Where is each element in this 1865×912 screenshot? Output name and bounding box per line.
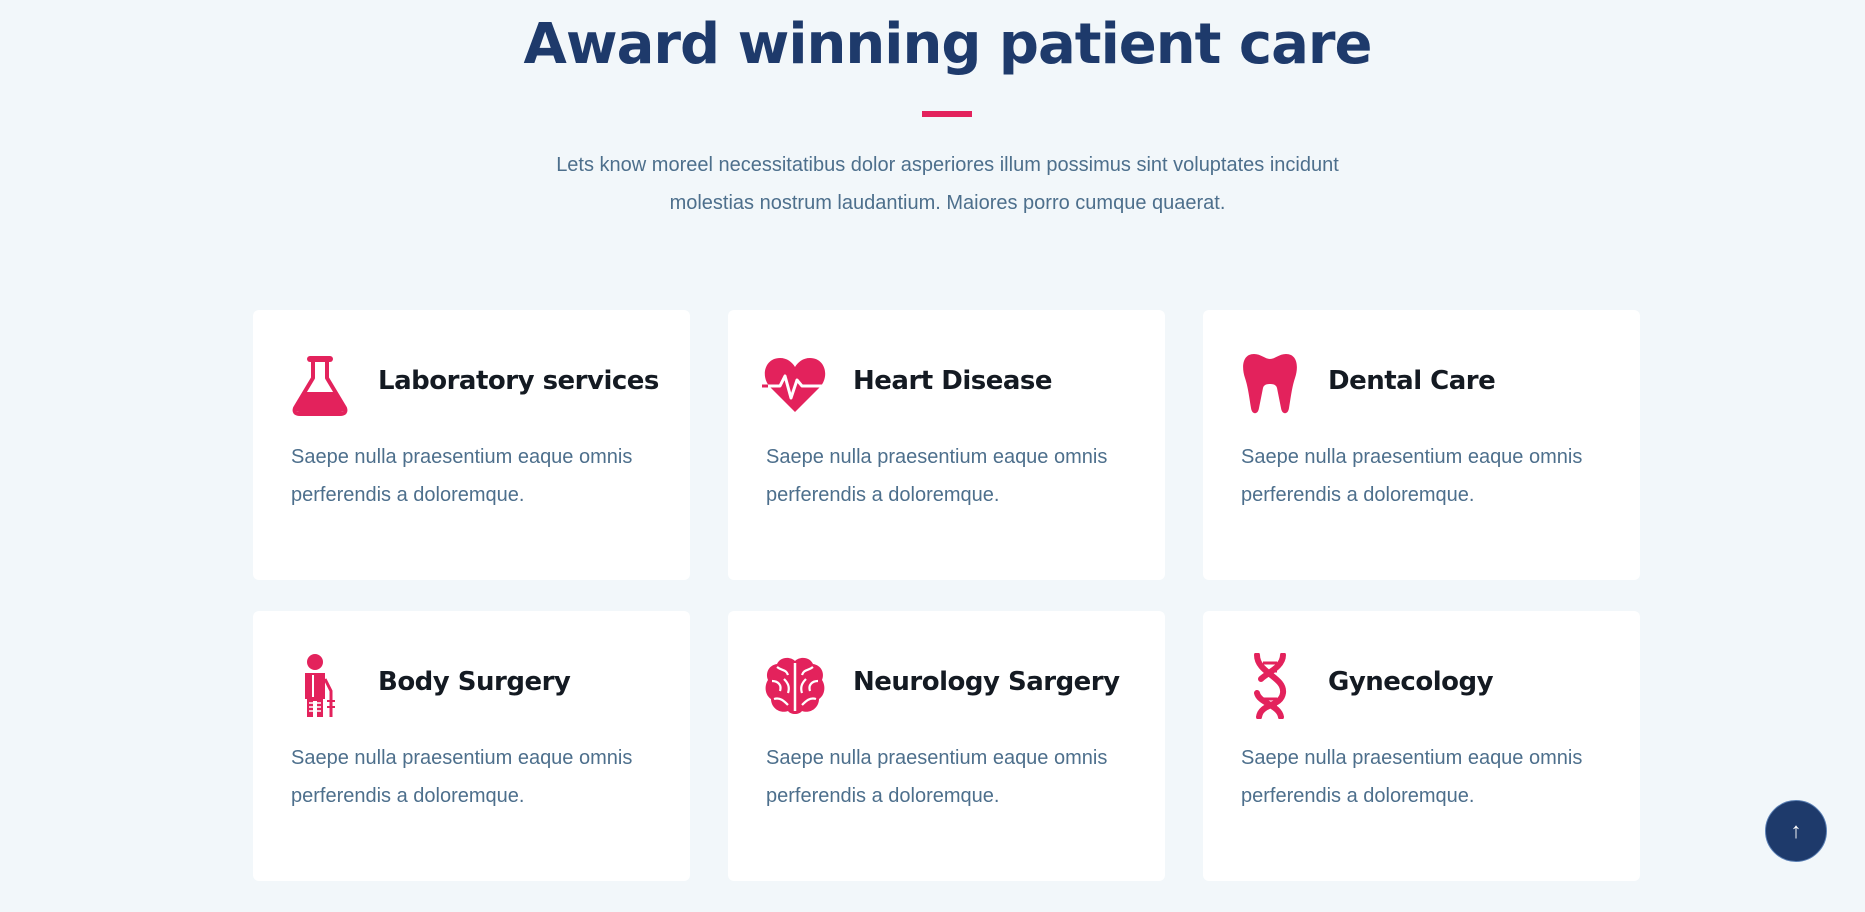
- card-text: Saepe nulla praesentium eaque omnis perf…: [766, 747, 1108, 807]
- service-card-laboratory[interactable]: Laboratory services Saepe nulla praesent…: [253, 310, 690, 580]
- card-text: Saepe nulla praesentium eaque omnis perf…: [1241, 747, 1583, 807]
- section-description: Lets know moreel necessitatibus dolor as…: [556, 154, 1339, 214]
- tooth-icon: [1237, 352, 1303, 418]
- card-title: Gynecology: [1328, 667, 1494, 697]
- card-title: Neurology Sargery: [853, 667, 1120, 697]
- card-text: Saepe nulla praesentium eaque omnis perf…: [1241, 446, 1583, 506]
- card-title: Laboratory services: [378, 366, 659, 396]
- service-card-body-surgery[interactable]: Body Surgery Saepe nulla praesentium eaq…: [253, 611, 690, 881]
- patient-icon: [287, 653, 353, 719]
- arrow-up-icon: ↑: [1790, 818, 1802, 843]
- card-text: Saepe nulla praesentium eaque omnis perf…: [766, 446, 1108, 506]
- scroll-to-top-button[interactable]: ↑: [1765, 800, 1827, 862]
- card-text: Saepe nulla praesentium eaque omnis perf…: [291, 446, 633, 506]
- service-card-neurology[interactable]: Neurology Sargery Saepe nulla praesentiu…: [728, 611, 1165, 881]
- heartbeat-icon: [762, 352, 828, 418]
- card-title: Dental Care: [1328, 366, 1496, 396]
- section-title: Award winning patient care: [523, 12, 1373, 77]
- brain-icon: [762, 653, 828, 719]
- service-card-dental-care[interactable]: Dental Care Saepe nulla praesentium eaqu…: [1203, 310, 1640, 580]
- service-card-heart-disease[interactable]: Heart Disease Saepe nulla praesentium ea…: [728, 310, 1165, 580]
- card-title: Body Surgery: [378, 667, 571, 697]
- service-card-gynecology[interactable]: Gynecology Saepe nulla praesentium eaque…: [1203, 611, 1640, 881]
- title-underline: [922, 111, 972, 117]
- dna-icon: [1237, 653, 1303, 719]
- card-text: Saepe nulla praesentium eaque omnis perf…: [291, 747, 633, 807]
- flask-icon: [287, 352, 353, 418]
- card-title: Heart Disease: [853, 366, 1053, 396]
